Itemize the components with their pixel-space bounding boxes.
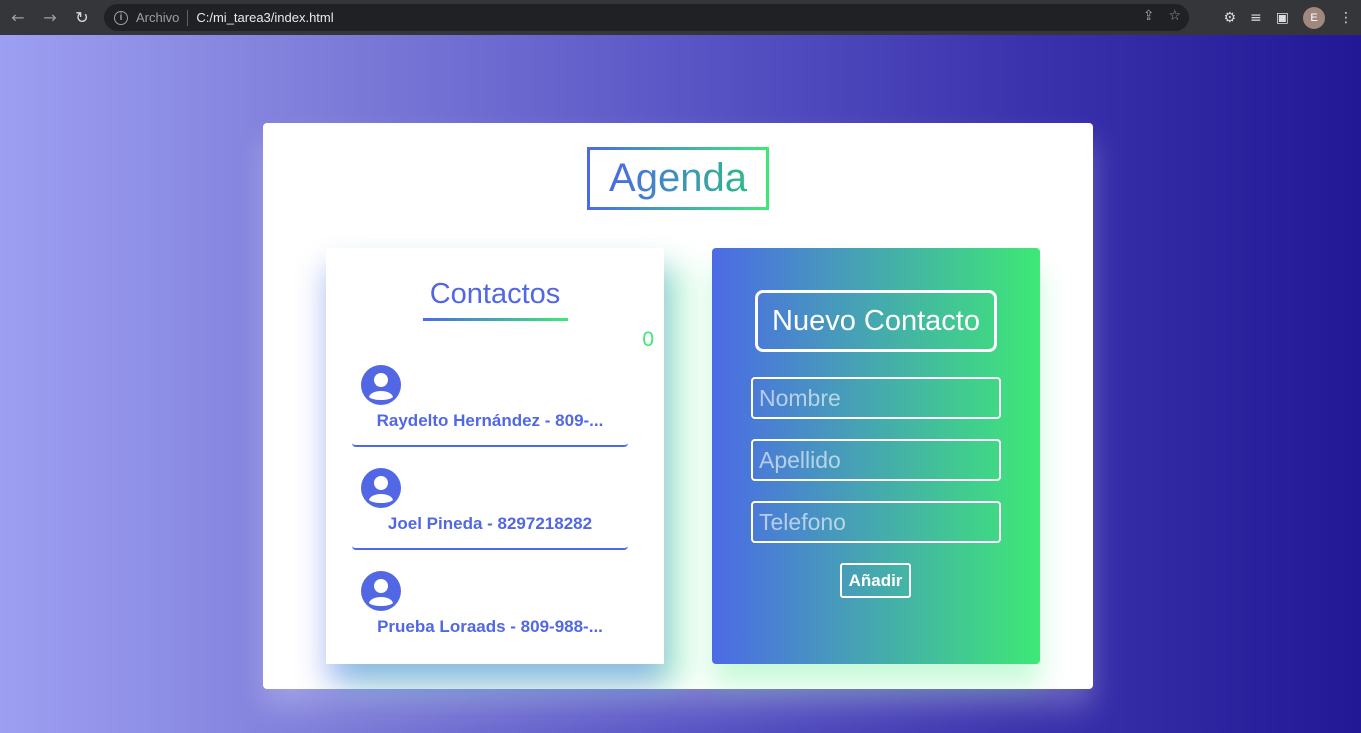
reload-icon: ↻ xyxy=(75,8,89,27)
phone-input[interactable] xyxy=(751,501,1001,543)
arrow-left-icon: ← xyxy=(11,8,25,27)
extensions-icon[interactable]: ⚙ xyxy=(1223,10,1236,26)
browser-toolbar: ← → ↻ i Archivo C:/mi_tarea3/index.html … xyxy=(0,0,1361,35)
reading-list-icon[interactable]: ≡ xyxy=(1250,10,1262,26)
back-button[interactable]: ← xyxy=(2,2,34,34)
page-title: Agenda xyxy=(609,156,747,200)
contact-item[interactable]: Joel Pineda - 8297218282 xyxy=(352,458,628,550)
page-info-label: Archivo xyxy=(136,10,180,25)
user-icon xyxy=(361,571,401,611)
contact-item[interactable]: Raydelto Hernández - 809-... xyxy=(352,355,628,447)
star-icon[interactable]: ☆ xyxy=(1168,8,1181,24)
contacts-panel: Contactos 0 Raydelto Hernández - 809-...… xyxy=(326,248,664,664)
reload-button[interactable]: ↻ xyxy=(66,2,98,34)
contact-label: Prueba Loraads - 809-988-... xyxy=(377,617,603,636)
user-icon xyxy=(361,365,401,405)
agenda-card: Agenda Contactos 0 Raydelto Hernández - … xyxy=(263,123,1093,689)
info-icon[interactable]: i xyxy=(114,10,128,25)
lastname-input[interactable] xyxy=(751,439,1001,481)
address-bar[interactable]: i Archivo C:/mi_tarea3/index.html ⇪ ☆ xyxy=(104,4,1189,31)
contacts-underline xyxy=(423,318,568,321)
forward-button[interactable]: → xyxy=(34,2,66,34)
new-contact-form: Nuevo Contacto Añadir xyxy=(712,248,1040,664)
menu-icon[interactable]: ⋮ xyxy=(1339,10,1353,26)
page-title-box: Agenda xyxy=(587,147,769,210)
name-input[interactable] xyxy=(751,377,1001,419)
page-viewport: Agenda Contactos 0 Raydelto Hernández - … xyxy=(0,35,1361,733)
contacts-counter: 0 xyxy=(642,328,654,351)
omnibox-separator xyxy=(187,9,189,26)
contact-item[interactable]: Prueba Loraads - 809-988-... xyxy=(352,561,628,653)
arrow-right-icon: → xyxy=(43,8,57,27)
add-contact-button[interactable]: Añadir xyxy=(840,563,911,598)
contact-label: Joel Pineda - 8297218282 xyxy=(387,514,593,533)
share-icon[interactable]: ⇪ xyxy=(1143,8,1155,24)
url-text[interactable]: C:/mi_tarea3/index.html xyxy=(196,10,333,25)
user-icon xyxy=(361,468,401,508)
form-title: Nuevo Contacto xyxy=(755,290,997,352)
side-panel-icon[interactable]: ▣ xyxy=(1276,10,1289,26)
contacts-title: Contactos xyxy=(429,278,561,310)
avatar[interactable]: E xyxy=(1303,6,1325,29)
contact-label: Raydelto Hernández - 809-... xyxy=(376,411,604,430)
